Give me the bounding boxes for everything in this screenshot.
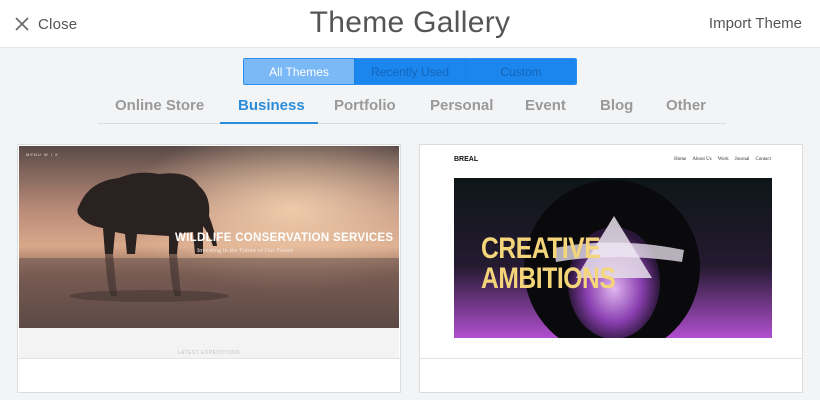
preview-nav-contact: Contact [755,157,771,162]
tab-blog[interactable]: Blog [600,97,633,114]
preview-footer-strip: LATEST EXPEDITIONS [19,328,399,359]
tab-other[interactable]: Other [666,97,706,114]
preview-title: WILDLIFE CONSERVATION SERVICES [175,232,394,244]
tab-portfolio[interactable]: Portfolio [334,97,396,114]
theme-card-footer [18,358,400,392]
theme-card-footer [420,358,802,392]
theme-preview-wildlife[interactable]: MENU W I X WILDLIFE CONSERVATION SERVICE… [19,146,399,359]
preview-logo: BREAL [454,156,479,163]
preview-footer-text: LATEST EXPEDITIONS [177,350,241,356]
top-bar: Close Theme Gallery Import Theme [0,0,820,48]
segment-recently-used[interactable]: Recently Used [354,59,465,84]
page-title: Theme Gallery [309,6,511,39]
import-theme-button[interactable]: Import Theme [709,15,802,32]
theme-card-breal[interactable]: BREAL Home About Us Work Journal Contact [419,144,803,393]
preview-nav: Home About Us Work Journal Contact [674,157,771,162]
category-tabs: Online Store Business Portfolio Personal… [98,90,726,124]
preview-nav-text: MENU W I X [26,152,59,157]
tab-online-store[interactable]: Online Store [115,97,204,114]
preview-headline: CREATIVE AMBITIONS [481,232,616,295]
tab-business[interactable]: Business [238,97,305,114]
preview-header: BREAL Home About Us Work Journal Contact [421,146,801,176]
preview-nav-home: Home [674,157,687,162]
segment-all-themes[interactable]: All Themes [244,59,354,84]
theme-card-wildlife[interactable]: MENU W I X WILDLIFE CONSERVATION SERVICE… [17,144,401,393]
preview-nav-work: Work [717,157,729,162]
segment-custom[interactable]: Custom [465,59,576,84]
preview-nav-about: About Us [692,157,712,162]
theme-preview-breal[interactable]: BREAL Home About Us Work Journal Contact [421,146,801,359]
tab-event[interactable]: Event [525,97,566,114]
theme-source-segmented-control: All Themes Recently Used Custom [243,58,577,85]
preview-nav-journal: Journal [734,157,750,162]
preview-subtitle: Investing in the Future of Our Planet [197,247,293,254]
preview-headline-line1: CREATIVE [481,232,601,265]
tab-personal[interactable]: Personal [430,97,493,114]
preview-headline-line2: AMBITIONS [481,262,616,295]
active-tab-indicator [220,122,318,124]
